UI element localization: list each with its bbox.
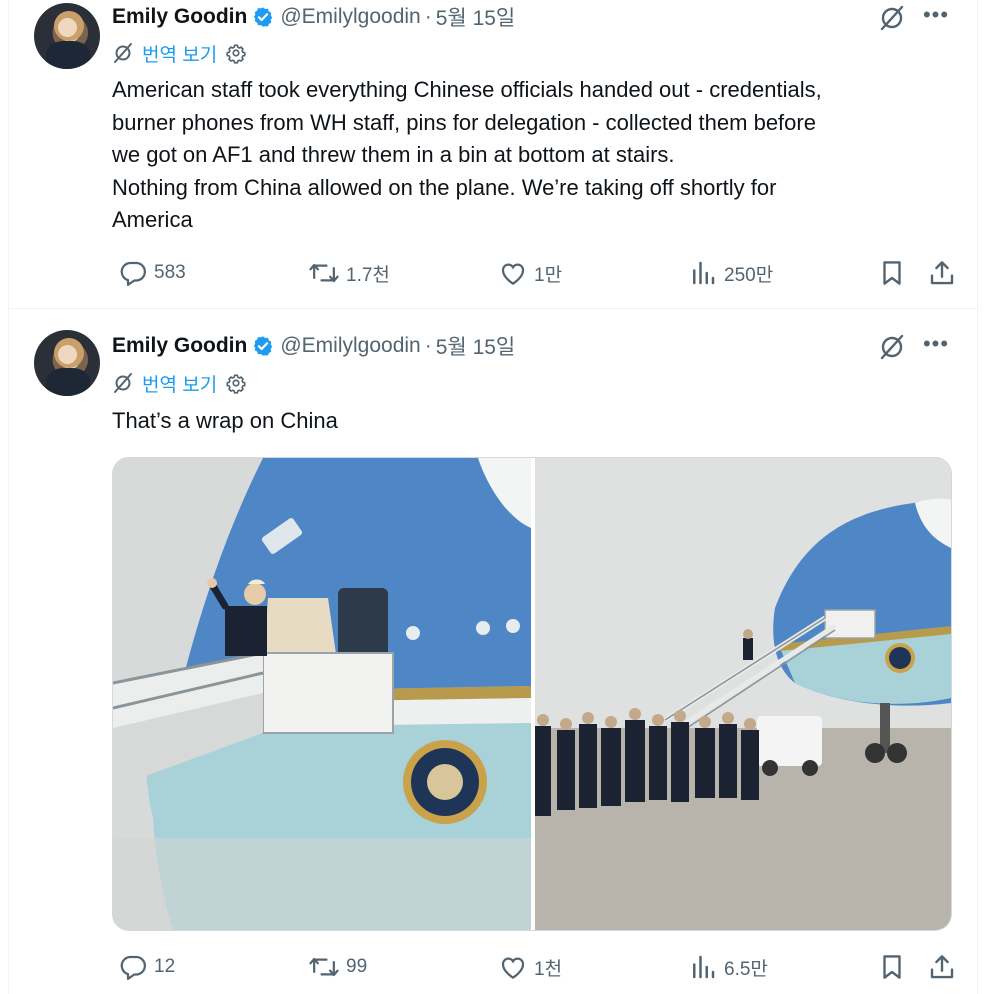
tweet-text: That’s a wrap on China — [112, 405, 952, 438]
like-button[interactable]: 1천 — [498, 952, 562, 982]
views-button[interactable]: 250만 — [688, 258, 773, 288]
tweet-text-line: American staff took everything Chinese o… — [112, 77, 822, 102]
reply-button[interactable]: 583 — [118, 258, 186, 288]
repost-button[interactable]: 1.7천 — [308, 258, 390, 288]
views-icon — [693, 955, 715, 979]
views-count: 6.5만 — [724, 958, 768, 980]
tweet[interactable]: Emily Goodin @Emilylgoodin · 5월 15일 ••• … — [9, 309, 977, 994]
tweet-header: Emily Goodin @Emilylgoodin · 5월 15일 — [112, 3, 515, 31]
media-grid[interactable] — [112, 457, 952, 931]
timeline: Emily Goodin @Emilylgoodin · 5월 15일 ••• … — [8, 0, 978, 994]
author-handle[interactable]: @Emilylgoodin — [280, 334, 420, 358]
tweet-text-line: America — [112, 207, 193, 232]
reply-button[interactable]: 12 — [118, 952, 175, 982]
grok-icon[interactable] — [877, 332, 907, 362]
tweet-text-line: burner phones from WH staff, pins for de… — [112, 109, 816, 135]
like-count: 1천 — [534, 958, 563, 980]
tweet-text: American staff took everything Chinese o… — [112, 74, 952, 237]
gear-icon[interactable] — [225, 42, 247, 64]
timestamp[interactable]: 5월 15일 — [436, 331, 516, 361]
translate-link[interactable]: 번역 보기 — [112, 40, 255, 66]
translate-label: 번역 보기 — [142, 374, 218, 396]
author-name[interactable]: Emily Goodin — [112, 334, 247, 358]
repost-icon — [309, 263, 339, 283]
reply-icon — [120, 955, 146, 980]
tweet-text-line: we got on AF1 and threw them in a bin at… — [112, 142, 675, 167]
like-button[interactable]: 1만 — [498, 258, 562, 288]
author-handle[interactable]: @Emilylgoodin — [280, 5, 420, 29]
bookmark-icon[interactable] — [877, 258, 907, 288]
views-button[interactable]: 6.5만 — [688, 952, 768, 982]
repost-count: 99 — [346, 956, 368, 977]
views-icon — [693, 261, 715, 285]
repost-button[interactable]: 99 — [308, 952, 367, 982]
photo-aircraft-stairs — [113, 458, 531, 930]
verified-badge-icon — [254, 7, 273, 27]
repost-icon — [309, 957, 339, 977]
grok-icon[interactable] — [877, 3, 907, 33]
share-icon[interactable] — [927, 258, 957, 288]
translate-label: 번역 보기 — [142, 44, 218, 66]
more-icon[interactable]: ••• — [921, 2, 951, 32]
reply-icon — [120, 261, 146, 286]
avatar[interactable] — [34, 330, 100, 396]
author-name[interactable]: Emily Goodin — [112, 5, 247, 29]
views-count: 250만 — [724, 264, 774, 286]
tweet[interactable]: Emily Goodin @Emilylgoodin · 5월 15일 ••• … — [9, 0, 977, 309]
repost-count: 1.7천 — [346, 264, 390, 286]
bookmark-icon[interactable] — [877, 952, 907, 982]
reply-count: 583 — [154, 262, 186, 283]
translate-link[interactable]: 번역 보기 — [112, 370, 255, 396]
tweet-text-line: Nothing from China allowed on the plane.… — [112, 174, 777, 200]
like-count: 1만 — [534, 264, 563, 286]
more-icon[interactable]: ••• — [921, 331, 951, 361]
separator: · — [424, 334, 432, 357]
translate-icon — [114, 373, 132, 393]
action-bar: 12 99 1천 6.5만 — [112, 952, 957, 982]
timestamp[interactable]: 5월 15일 — [436, 2, 516, 32]
gear-icon[interactable] — [225, 372, 247, 394]
avatar[interactable] — [34, 3, 100, 69]
tweet-header: Emily Goodin @Emilylgoodin · 5월 15일 — [112, 332, 515, 360]
heart-icon — [501, 957, 525, 979]
verified-badge-icon — [254, 336, 273, 356]
photo-tarmac-delegation — [535, 458, 951, 930]
reply-count: 12 — [154, 956, 176, 977]
action-bar: 583 1.7천 1만 250만 — [112, 258, 957, 288]
tweet-text-line: That’s a wrap on China — [112, 408, 338, 433]
translate-icon — [114, 43, 132, 63]
heart-icon — [501, 263, 525, 285]
media-photo-left[interactable] — [113, 458, 531, 930]
share-icon[interactable] — [927, 952, 957, 982]
media-photo-right[interactable] — [535, 458, 951, 930]
separator: · — [424, 5, 432, 28]
